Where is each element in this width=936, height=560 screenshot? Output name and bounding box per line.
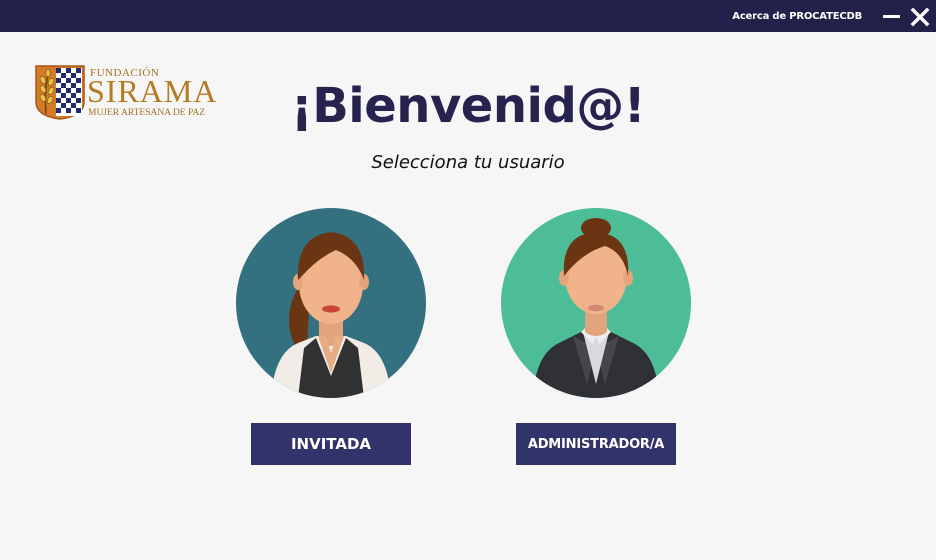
admin-woman-icon: [501, 208, 691, 398]
admin-avatar[interactable]: [501, 208, 691, 398]
welcome-title: ¡Bienvenid@!: [290, 78, 646, 134]
close-icon: [910, 7, 930, 27]
guest-woman-icon: [236, 208, 426, 398]
about-link[interactable]: Acerca de PROCATECDB: [732, 11, 862, 22]
minimize-icon: [883, 15, 900, 18]
logo-emblem-icon: [35, 65, 85, 120]
close-button[interactable]: [910, 7, 930, 27]
minimize-button[interactable]: [883, 8, 901, 24]
sirama-logo: FUNDACIÓN SIRAMA MUJER ARTESANA DE PAZ: [34, 64, 234, 120]
guest-avatar[interactable]: [236, 208, 426, 398]
logo-line-name: SIRAMA: [87, 73, 218, 109]
logo-line-tagline: MUJER ARTESANA DE PAZ: [88, 108, 206, 118]
guest-button[interactable]: INVITADA: [251, 423, 411, 465]
select-user-subtitle: Selecciona tu usuario: [371, 152, 565, 173]
title-bar: Acerca de PROCATECDB: [0, 0, 936, 32]
admin-button[interactable]: ADMINISTRADOR/A: [516, 423, 676, 465]
